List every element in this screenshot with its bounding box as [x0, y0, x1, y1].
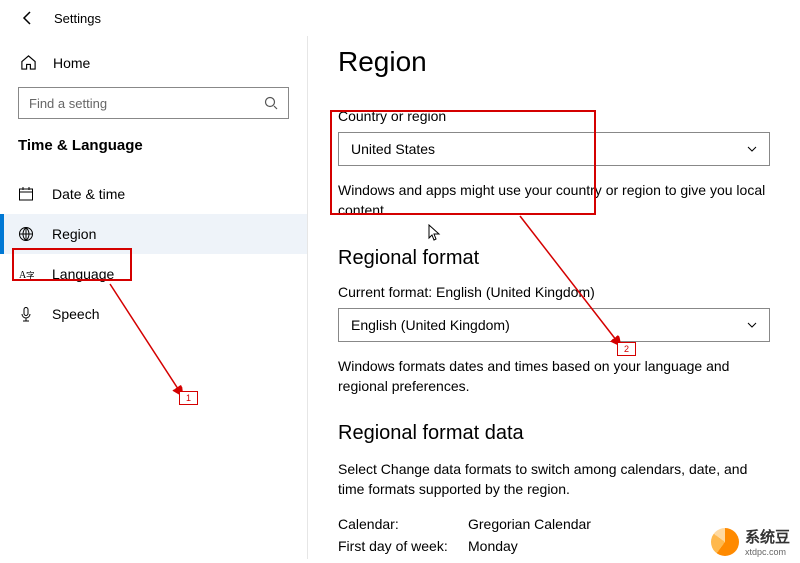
- format-key: Calendar:: [338, 516, 468, 532]
- regional-format-value: English (United Kingdom): [351, 317, 510, 333]
- home-label: Home: [53, 55, 90, 71]
- globe-icon: [18, 226, 34, 242]
- sidebar-item-region[interactable]: Region: [0, 214, 307, 254]
- svg-text:字: 字: [26, 270, 34, 281]
- section-title: Time & Language: [18, 137, 289, 154]
- format-row: First day of week: Monday: [338, 538, 770, 554]
- watermark-name: 系统豆: [745, 529, 790, 546]
- watermark: 系统豆 xtdpc.com: [711, 526, 790, 557]
- format-val: Monday: [468, 538, 518, 554]
- format-data-hint: Select Change data formats to switch amo…: [338, 459, 770, 500]
- back-icon[interactable]: [20, 10, 36, 26]
- regional-format-hint: Windows formats dates and times based on…: [338, 356, 770, 397]
- nav-label: Date & time: [52, 186, 125, 202]
- format-key: First day of week:: [338, 538, 468, 554]
- sidebar-item-speech[interactable]: Speech: [0, 294, 307, 334]
- home-link[interactable]: Home: [18, 46, 289, 87]
- current-format-label: Current format: English (United Kingdom): [338, 284, 770, 300]
- chevron-down-icon: [747, 144, 757, 154]
- chevron-down-icon: [747, 320, 757, 330]
- format-row: Calendar: Gregorian Calendar: [338, 516, 770, 532]
- format-data-heading: Regional format data: [338, 422, 770, 445]
- window-title: Settings: [54, 11, 101, 26]
- watermark-url: xtdpc.com: [745, 547, 790, 557]
- search-placeholder: Find a setting: [29, 96, 107, 111]
- search-icon: [264, 96, 278, 110]
- clock-icon: [18, 186, 34, 202]
- nav-label: Speech: [52, 306, 99, 322]
- microphone-icon: [18, 306, 34, 322]
- language-icon: A字: [18, 266, 34, 282]
- country-label: Country or region: [338, 108, 770, 124]
- content-pane: Region Country or region United States W…: [308, 36, 800, 559]
- sidebar: Home Find a setting Time & Language Date…: [0, 36, 308, 559]
- regional-format-dropdown[interactable]: English (United Kingdom): [338, 308, 770, 342]
- nav-label: Language: [52, 266, 114, 282]
- regional-format-heading: Regional format: [338, 247, 770, 270]
- search-input[interactable]: Find a setting: [18, 87, 289, 119]
- country-value: United States: [351, 141, 435, 157]
- country-hint: Windows and apps might use your country …: [338, 180, 770, 221]
- cursor-icon: [428, 224, 442, 242]
- watermark-logo-icon: [711, 528, 739, 556]
- format-val: Gregorian Calendar: [468, 516, 591, 532]
- page-heading: Region: [338, 46, 770, 78]
- sidebar-item-datetime[interactable]: Date & time: [0, 174, 307, 214]
- country-dropdown[interactable]: United States: [338, 132, 770, 166]
- sidebar-item-language[interactable]: A字 Language: [0, 254, 307, 294]
- nav-label: Region: [52, 226, 96, 242]
- home-icon: [20, 54, 37, 71]
